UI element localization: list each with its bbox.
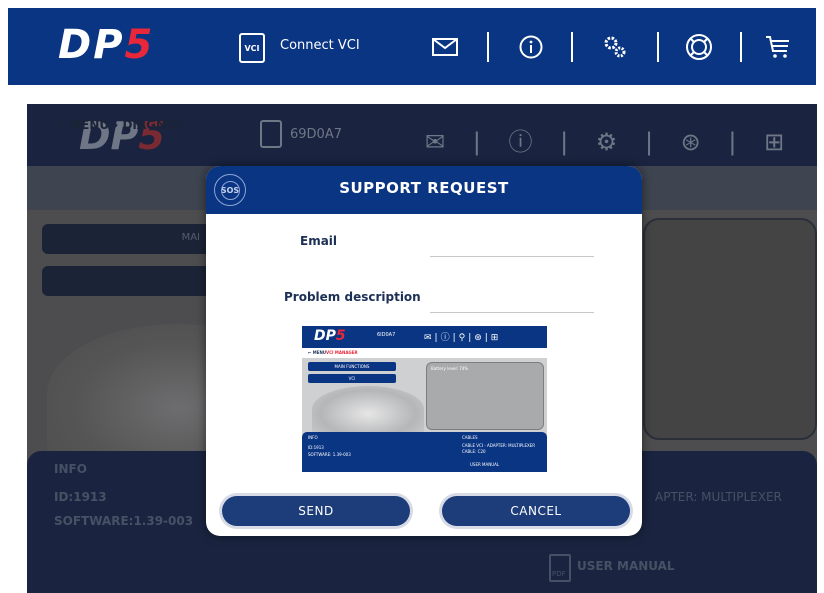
mail-icon[interactable] <box>428 30 462 64</box>
header-separator <box>487 32 489 62</box>
dp5-logo: DP5 <box>58 22 155 68</box>
background-vci-id: 69D0A7 <box>290 127 342 142</box>
description-underline <box>430 312 594 313</box>
background-second-button <box>42 266 212 296</box>
background-adapter: APTER: MULTIPLEXER <box>655 490 782 504</box>
attached-screenshot: DP5 6ID0A7 ✉|ⓘ|⚲|⊛|⊞ ← MENU VCI MANAGER M… <box>302 326 547 472</box>
thumb-vci-button: VCI <box>308 374 396 383</box>
thumb-info-panel: INFO ID:1913 SOFTWARE: 1.39-003 CABLES C… <box>302 432 547 472</box>
thumb-battery-panel: Battery level: 74% <box>426 362 544 430</box>
send-button[interactable]: SEND <box>222 496 410 526</box>
thumb-vci-id: 6ID0A7 <box>377 332 396 338</box>
thumb-logo: DP5 <box>314 328 346 344</box>
connect-vci-button[interactable]: Connect VCI <box>280 38 360 53</box>
dialog-title: SUPPORT REQUEST <box>339 179 509 197</box>
background-main-button: MAI <box>42 224 212 254</box>
email-underline <box>430 256 594 257</box>
cart-icon[interactable] <box>761 30 795 64</box>
app-header: DP5 VCI Connect VCI <box>8 8 816 85</box>
header-separator <box>571 32 573 62</box>
pdf-icon: PDF <box>549 554 571 582</box>
background-info-title: INFO <box>54 462 87 476</box>
vci-icon[interactable]: VCI <box>239 33 265 63</box>
thumb-car-image <box>312 386 424 432</box>
background-side-panel <box>643 218 817 440</box>
background-header-icons: ✉ | ⓘ | ⚙ | ⊛ | ⊞ <box>425 128 795 156</box>
background-info-software: SOFTWARE:1.39-003 <box>54 514 194 528</box>
thumb-breadcrumb: ← MENU VCI MANAGER <box>302 348 547 358</box>
email-label: Email <box>300 234 338 248</box>
header-separator <box>657 32 659 62</box>
background-breadcrumb: ← MENU › DIAGNOS <box>55 118 185 132</box>
support-icon[interactable] <box>682 30 716 64</box>
support-request-dialog: SOS SUPPORT REQUEST Email Problem descri… <box>206 166 642 536</box>
info-icon[interactable] <box>514 30 548 64</box>
header-separator <box>740 32 742 62</box>
email-input[interactable] <box>430 238 594 256</box>
thumb-header-icons: ✉|ⓘ|⚲|⊛|⊞ <box>424 333 502 343</box>
cancel-button[interactable]: CANCEL <box>442 496 630 526</box>
problem-description-label: Problem description <box>284 290 421 304</box>
background-info-id: ID:1913 <box>54 490 107 504</box>
thumb-main-functions: MAIN FUNCTIONS <box>308 362 396 371</box>
problem-description-input[interactable] <box>430 294 594 312</box>
background-vci-icon <box>260 120 282 148</box>
background-user-manual: USER MANUAL <box>577 559 675 573</box>
settings-icon[interactable] <box>598 30 632 64</box>
